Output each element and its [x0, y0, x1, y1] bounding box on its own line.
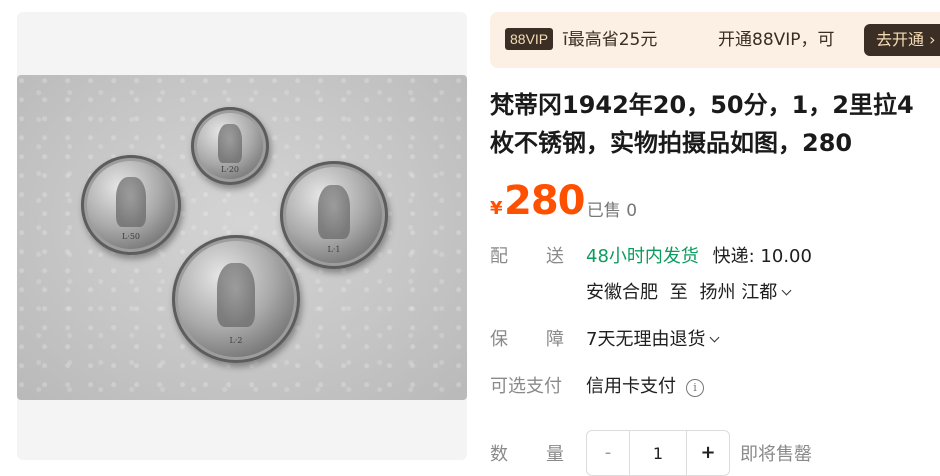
product-title-line1: 梵蒂冈1942年20，50分，1，2里拉4 — [490, 91, 914, 119]
quantity-input[interactable] — [630, 431, 686, 475]
shipping-fee: 快递: 10.00 — [712, 246, 812, 267]
guarantee-value: 7天无理由退货 — [586, 329, 706, 350]
delivery-promise: 48小时内发货 — [586, 246, 699, 267]
payment-value: 信用卡支付 — [586, 376, 676, 397]
info-icon[interactable]: i — [686, 379, 704, 397]
product-title: 梵蒂冈1942年20，50分，1，2里拉4 枚不锈钢，实物拍摄品如图，280 — [490, 86, 940, 162]
product-title-line2: 枚不锈钢，实物拍摄品如图，280 — [490, 129, 853, 157]
decrease-button[interactable]: - — [587, 431, 630, 475]
product-photo[interactable]: L·20 L·50 L·1 L·2 — [17, 75, 467, 400]
guarantee-selector[interactable]: 7天无理由退货 — [586, 325, 720, 351]
vip-promo-bar: 88VIP ī最高省25元 开通88VIP，可 去开通 › — [490, 12, 940, 68]
payment-label: 可选支付 — [490, 376, 562, 397]
ship-from: 安徽合肥 — [586, 282, 658, 303]
stock-status: 即将售罄 — [740, 444, 812, 465]
price-value: 280 — [504, 178, 585, 224]
coin-1-lira: L·1 — [280, 161, 388, 269]
chevron-down-icon — [710, 332, 720, 343]
coin-20-centesimi: L·20 — [191, 107, 269, 185]
shipping-label: 配送 — [490, 246, 564, 267]
vip-badge: 88VIP — [505, 28, 554, 50]
coin-50-centesimi: L·50 — [81, 155, 181, 255]
shipping-info: 48小时内发货 快递: 10.00 — [586, 242, 812, 268]
currency-symbol: ¥ — [490, 198, 503, 219]
coin-2-lire: L·2 — [172, 235, 300, 363]
guarantee-label: 保障 — [490, 329, 564, 350]
promo-save-text: ī最高省25元 — [563, 30, 658, 50]
open-vip-button[interactable]: 去开通 › — [864, 24, 940, 56]
payment-info: 信用卡支付 i — [586, 372, 704, 398]
shipping-route[interactable]: 安徽合肥 至 扬州 江都 — [586, 278, 792, 304]
image-gallery: L·20 L·50 L·1 L·2 — [17, 12, 467, 460]
chevron-down-icon — [781, 285, 792, 296]
ship-destination: 扬州 江都 — [699, 282, 778, 303]
ship-to-word: 至 — [669, 282, 688, 303]
quantity-stepper: - + — [586, 430, 730, 476]
sold-count: · 已售 0 — [576, 201, 638, 221]
quantity-label: 数量 — [490, 444, 564, 465]
promo-open-text: 开通88VIP，可 — [718, 30, 835, 50]
increase-button[interactable]: + — [686, 431, 729, 475]
